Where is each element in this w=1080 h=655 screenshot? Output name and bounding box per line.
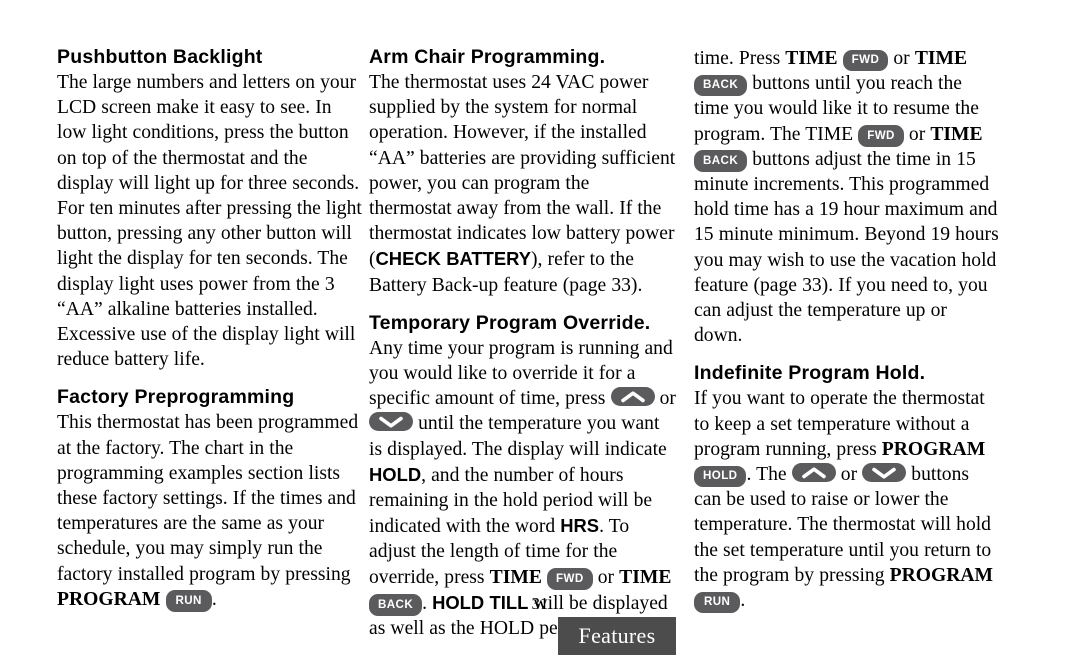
text-run: until the temperature you want is displa…	[369, 413, 667, 460]
time-label: TIME	[930, 123, 983, 145]
time-label: TIME	[489, 566, 542, 588]
hold-label: HOLD	[369, 463, 422, 485]
chevron-down-icon	[379, 416, 403, 428]
up-arrow-button[interactable]	[610, 387, 655, 407]
fwd-button[interactable]: FWD	[858, 125, 904, 147]
program-label: PROGRAM	[881, 438, 986, 460]
chevron-up-icon	[801, 466, 826, 478]
time-label: TIME	[785, 48, 838, 69]
column-2: Arm Chair Programming. The thermostat us…	[336, 0, 676, 641]
text-run: buttons adjust the time in 15 minute inc…	[694, 148, 999, 347]
three-column-layout: Pushbutton Backlight The large numbers a…	[0, 0, 1080, 641]
paragraph-factory-preprogramming: This thermostat has been programmed at t…	[57, 410, 365, 612]
section-heading-arm-chair-programming: Arm Chair Programming.	[369, 46, 606, 68]
paragraph-arm-chair-programming: The thermostat uses 24 VAC power supplie…	[369, 70, 677, 298]
chevron-down-icon	[872, 467, 897, 479]
hrs-label: HRS	[560, 515, 600, 537]
text-run: . The	[746, 464, 792, 486]
text-run: or	[903, 123, 931, 145]
section-heading-factory-preprogramming: Factory Preprogramming	[57, 386, 295, 409]
time-label: TIME	[619, 566, 672, 588]
up-arrow-button[interactable]	[791, 463, 836, 483]
chevron-up-icon	[620, 391, 645, 403]
features-section-tab: Features	[558, 617, 676, 655]
back-button[interactable]: BACK	[694, 74, 748, 97]
paragraph-indefinite-program-hold: If you want to operate the thermostat to…	[694, 386, 999, 614]
text-run: or	[835, 464, 863, 486]
paragraph-pushbutton-backlight: The large numbers and letters on your LC…	[57, 72, 362, 371]
paragraph-time-continuation: time. Press TIME FWD or TIME BACK button…	[694, 46, 999, 348]
text-run: This thermostat has been programmed at t…	[57, 412, 359, 585]
program-label: PROGRAM	[889, 564, 994, 586]
text-run: time. Press	[694, 48, 786, 69]
text-run: The thermostat uses 24 VAC power supplie…	[369, 72, 676, 271]
down-arrow-button[interactable]	[862, 463, 907, 483]
page-number: 31	[531, 594, 549, 613]
manual-page: Pushbutton Backlight The large numbers a…	[0, 0, 1080, 655]
time-label: TIME	[914, 48, 968, 69]
section-heading-pushbutton-backlight: Pushbutton Backlight	[57, 46, 263, 68]
fwd-button[interactable]: FWD	[547, 568, 593, 590]
text-run: or	[592, 566, 620, 588]
section-heading-temporary-program-override: Temporary Program Override.	[369, 311, 651, 334]
column-1: Pushbutton Backlight The large numbers a…	[0, 0, 362, 612]
check-battery-label: CHECK BATTERY	[375, 248, 532, 270]
hold-button[interactable]: HOLD	[694, 465, 747, 488]
fwd-button[interactable]: FWD	[842, 49, 889, 72]
back-button[interactable]: BACK	[694, 150, 748, 172]
down-arrow-button[interactable]	[369, 412, 413, 432]
text-run: or	[888, 48, 915, 69]
column-3: time. Press TIME FWD or TIME BACK button…	[666, 0, 1080, 614]
section-heading-indefinite-program-hold: Indefinite Program Hold.	[694, 362, 926, 385]
